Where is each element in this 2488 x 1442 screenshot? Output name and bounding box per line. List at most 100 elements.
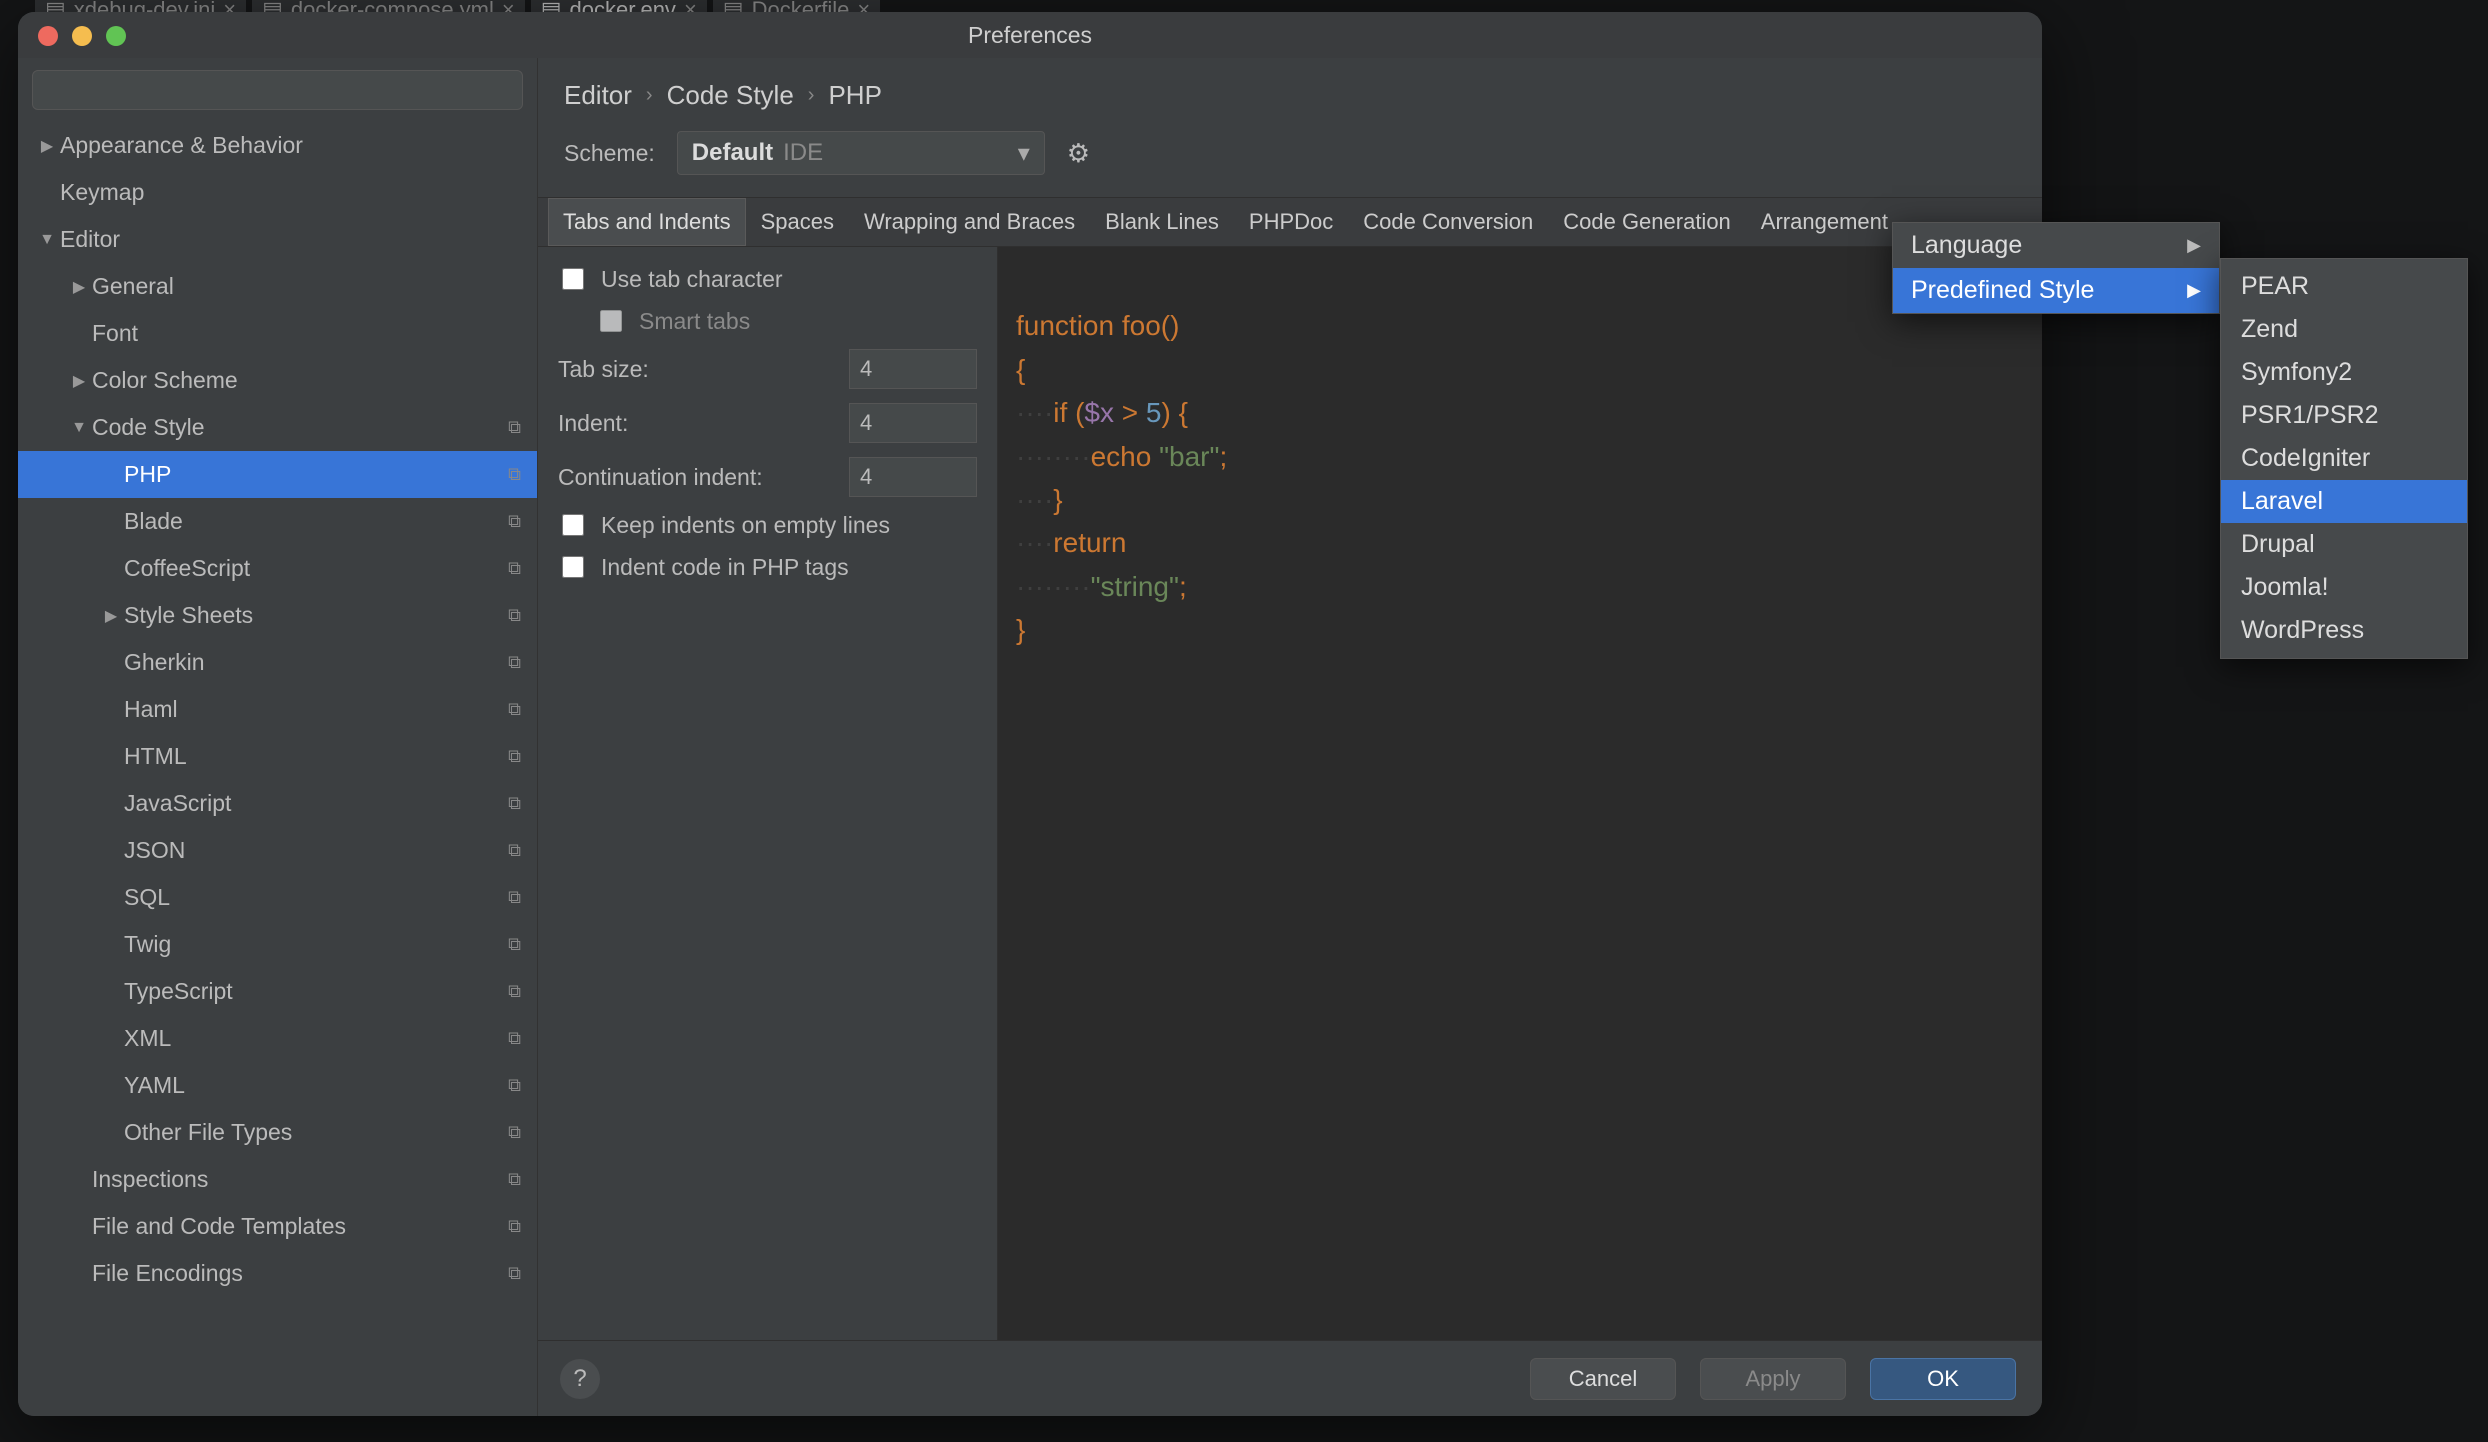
breadcrumb: Editor›Code Style›PHP	[538, 58, 2042, 121]
tab-code-generation[interactable]: Code Generation	[1548, 198, 1746, 246]
cancel-button[interactable]: Cancel	[1530, 1358, 1676, 1400]
tab-phpdoc[interactable]: PHPDoc	[1234, 198, 1348, 246]
window-controls	[38, 26, 126, 46]
copy-icon: ⧉	[508, 1075, 521, 1096]
sidebar-item-html[interactable]: HTML⧉	[18, 733, 537, 780]
menu-item-language[interactable]: Language▶	[1893, 223, 2219, 268]
indent-input[interactable]	[849, 403, 977, 443]
sidebar-item-file-and-code-templates[interactable]: File and Code Templates⧉	[18, 1203, 537, 1250]
cont-indent-label: Continuation indent:	[558, 464, 763, 491]
tab-arrangement[interactable]: Arrangement	[1746, 198, 1903, 246]
sidebar-item-label: Inspections	[92, 1166, 208, 1193]
sidebar-item-xml[interactable]: XML⧉	[18, 1015, 537, 1062]
maximize-icon[interactable]	[106, 26, 126, 46]
sidebar-item-code-style[interactable]: ▼Code Style⧉	[18, 404, 537, 451]
sidebar-item-other-file-types[interactable]: Other File Types⧉	[18, 1109, 537, 1156]
predefined-style-menu[interactable]: PEARZendSymfony2PSR1/PSR2CodeIgniterLara…	[2220, 258, 2468, 659]
sidebar-item-label: Keymap	[60, 179, 144, 206]
menu-item-psr1-psr2[interactable]: PSR1/PSR2	[2221, 394, 2467, 437]
tab-blank-lines[interactable]: Blank Lines	[1090, 198, 1234, 246]
sidebar-item-yaml[interactable]: YAML⧉	[18, 1062, 537, 1109]
minimize-icon[interactable]	[72, 26, 92, 46]
help-button[interactable]: ?	[560, 1359, 600, 1399]
menu-item-laravel[interactable]: Laravel	[2221, 480, 2467, 523]
sidebar-item-haml[interactable]: Haml⧉	[18, 686, 537, 733]
menu-item-pear[interactable]: PEAR	[2221, 265, 2467, 308]
menu-item-symfony2[interactable]: Symfony2	[2221, 351, 2467, 394]
sidebar-item-sql[interactable]: SQL⧉	[18, 874, 537, 921]
sidebar-item-label: Gherkin	[124, 649, 205, 676]
scheme-row: Scheme: Default IDE ▾ ⚙	[538, 121, 2042, 197]
sidebar-item-php[interactable]: PHP⧉	[18, 451, 537, 498]
menu-item-zend[interactable]: Zend	[2221, 308, 2467, 351]
sidebar-item-general[interactable]: ▶General	[18, 263, 537, 310]
smart-tabs-box[interactable]	[600, 310, 622, 332]
close-icon[interactable]	[38, 26, 58, 46]
use-tab-char-box[interactable]	[562, 268, 584, 290]
sidebar-item-file-encodings[interactable]: File Encodings⧉	[18, 1250, 537, 1297]
menu-item-drupal[interactable]: Drupal	[2221, 523, 2467, 566]
keep-indents-checkbox[interactable]: Keep indents on empty lines	[558, 511, 977, 539]
tab-tabs-and-indents[interactable]: Tabs and Indents	[548, 198, 746, 246]
disclosure-icon: ▶	[98, 606, 124, 626]
sidebar-item-color-scheme[interactable]: ▶Color Scheme	[18, 357, 537, 404]
dialog-footer: ? Cancel Apply OK	[538, 1340, 2042, 1416]
sidebar-item-label: Editor	[60, 226, 120, 253]
cont-indent-input[interactable]	[849, 457, 977, 497]
search-input[interactable]	[32, 70, 523, 110]
menu-item-joomla-[interactable]: Joomla!	[2221, 566, 2467, 609]
sidebar-item-typescript[interactable]: TypeScript⧉	[18, 968, 537, 1015]
apply-button[interactable]: Apply	[1700, 1358, 1846, 1400]
sidebar-item-label: HTML	[124, 743, 187, 770]
sidebar-item-style-sheets[interactable]: ▶Style Sheets⧉	[18, 592, 537, 639]
sidebar-item-label: File and Code Templates	[92, 1213, 346, 1240]
sidebar-item-appearance-behavior[interactable]: ▶Appearance & Behavior	[18, 122, 537, 169]
sidebar-item-keymap[interactable]: Keymap	[18, 169, 537, 216]
set-from-menu[interactable]: Language▶Predefined Style▶	[1892, 222, 2220, 314]
chevron-right-icon: ▶	[2187, 235, 2201, 256]
sidebar-item-font[interactable]: Font	[18, 310, 537, 357]
sidebar-item-label: Blade	[124, 508, 183, 535]
menu-item-predefined-style[interactable]: Predefined Style▶	[1893, 268, 2219, 313]
settings-tree[interactable]: ▶Appearance & Behavior Keymap ▼Editor▶Gene…	[18, 122, 537, 1416]
sidebar-item-inspections[interactable]: Inspections ⧉	[18, 1156, 537, 1203]
sidebar-item-json[interactable]: JSON⧉	[18, 827, 537, 874]
breadcrumb-item[interactable]: Editor	[564, 80, 632, 111]
indent-php-label: Indent code in PHP tags	[601, 554, 849, 581]
keep-indents-box[interactable]	[562, 514, 584, 536]
chevron-right-icon: ›	[646, 84, 653, 107]
sidebar-item-label: Haml	[124, 696, 178, 723]
menu-item-wordpress[interactable]: WordPress	[2221, 609, 2467, 652]
sidebar-item-twig[interactable]: Twig ⧉	[18, 921, 537, 968]
sidebar-item-label: Twig	[124, 931, 171, 958]
sidebar-item-blade[interactable]: Blade⧉	[18, 498, 537, 545]
keep-indents-label: Keep indents on empty lines	[601, 512, 890, 539]
copy-icon: ⧉	[508, 934, 521, 955]
tab-size-input[interactable]	[849, 349, 977, 389]
ok-button[interactable]: OK	[1870, 1358, 2016, 1400]
breadcrumb-item[interactable]: Code Style	[667, 80, 794, 111]
indent-php-checkbox[interactable]: Indent code in PHP tags	[558, 553, 977, 581]
tab-code-conversion[interactable]: Code Conversion	[1348, 198, 1548, 246]
sidebar-item-gherkin[interactable]: Gherkin⧉	[18, 639, 537, 686]
sidebar-item-coffeescript[interactable]: CoffeeScript⧉	[18, 545, 537, 592]
tab-wrapping-and-braces[interactable]: Wrapping and Braces	[849, 198, 1090, 246]
scheme-select[interactable]: Default IDE ▾	[677, 131, 1045, 175]
menu-item-codeigniter[interactable]: CodeIgniter	[2221, 437, 2467, 480]
breadcrumb-item[interactable]: PHP	[828, 80, 881, 111]
tab-spaces[interactable]: Spaces	[746, 198, 849, 246]
sidebar-item-label: JavaScript	[124, 790, 231, 817]
use-tab-char-checkbox[interactable]: Use tab character	[558, 265, 977, 293]
disclosure-icon: ▶	[34, 136, 60, 156]
sidebar-item-label: XML	[124, 1025, 171, 1052]
sidebar-item-label: PHP	[124, 461, 171, 488]
sidebar-item-label: TypeScript	[124, 978, 233, 1005]
sidebar-item-javascript[interactable]: JavaScript⧉	[18, 780, 537, 827]
copy-icon: ⧉	[508, 1169, 521, 1190]
smart-tabs-checkbox[interactable]: Smart tabs	[558, 307, 977, 335]
sidebar: 🔍 ▶Appearance & BehaviorKeymap▼Editor▶Ge…	[18, 58, 538, 1416]
code-preview: function foo() { ····if ($x > 5) { ·····…	[998, 247, 2042, 1340]
sidebar-item-editor[interactable]: ▼Editor	[18, 216, 537, 263]
indent-php-box[interactable]	[562, 556, 584, 578]
gear-icon[interactable]: ⚙	[1067, 138, 1090, 169]
